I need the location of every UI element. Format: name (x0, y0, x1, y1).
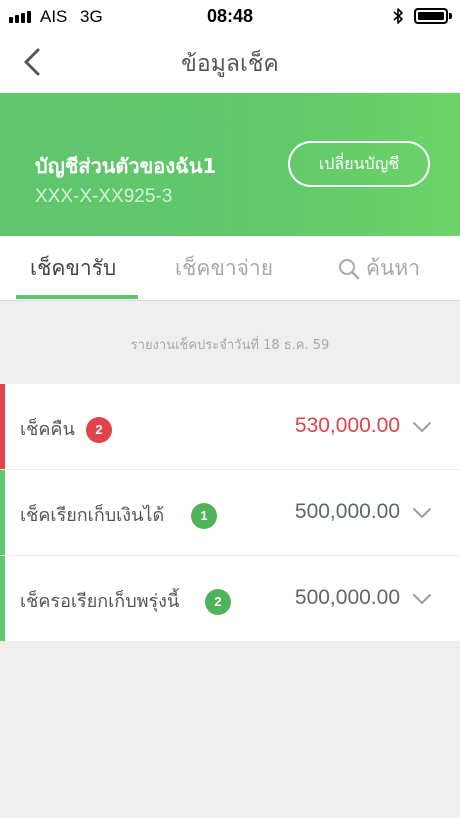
check-list: เช็คคืน 2 530,000.00 เช็คเรียกเก็บเงินได… (0, 384, 460, 642)
nav-bar: ข้อมูลเช็ค (0, 32, 460, 92)
battery-icon (414, 8, 448, 24)
account-banner: บัญชีส่วนตัวของฉัน1 XXX-X-XX925-3 เปลี่ย… (0, 93, 460, 236)
account-number: XXX-X-XX925-3 (35, 186, 173, 207)
check-row-returned[interactable]: เช็คคืน 2 530,000.00 (0, 384, 460, 470)
bluetooth-icon (393, 8, 403, 24)
tab-search[interactable]: ค้นหา (338, 252, 420, 285)
tab-pay-checks[interactable]: เช็คขาจ่าย (175, 252, 273, 285)
tab-bar: เช็คขารับ เช็คขาจ่าย ค้นหา (0, 236, 460, 301)
battery-tip (449, 13, 452, 19)
status-bar: AIS 3G 08:48 (0, 0, 460, 32)
account-name: บัญชีส่วนตัวของฉัน1 (35, 154, 217, 178)
check-label: เช็คเรียกเก็บเงินได้ (20, 505, 165, 526)
count-badge: 2 (86, 417, 112, 443)
status-time: 08:48 (206, 6, 254, 26)
check-amount: 530,000.00 (294, 414, 400, 437)
status-stripe (0, 470, 5, 555)
chevron-down-icon (413, 422, 431, 432)
report-date: รายงานเช็คประจำวันที่ 18 ธ.ค. 59 (130, 338, 330, 353)
check-label: เช็คคืน (20, 419, 75, 440)
switch-account-button[interactable]: เปลี่ยนบัญชี (288, 141, 430, 187)
tab-receive-checks[interactable]: เช็คขารับ (30, 252, 116, 285)
count-badge: 2 (205, 589, 231, 615)
check-amount: 500,000.00 (294, 586, 400, 609)
check-label: เช็ครอเรียกเก็บพรุ่งนี้ (20, 591, 180, 612)
active-tab-indicator (16, 295, 138, 299)
status-stripe (0, 384, 5, 469)
page-title: ข้อมูลเช็ค (181, 51, 279, 77)
search-icon (339, 258, 360, 279)
check-row-cleared[interactable]: เช็คเรียกเก็บเงินได้ 1 500,000.00 (0, 470, 460, 556)
chevron-down-icon (413, 508, 431, 518)
check-row-pending[interactable]: เช็ครอเรียกเก็บพรุ่งนี้ 2 500,000.00 (0, 556, 460, 642)
status-stripe (0, 556, 5, 641)
count-badge: 1 (191, 503, 217, 529)
check-amount: 500,000.00 (294, 500, 400, 523)
chevron-down-icon (413, 594, 431, 604)
tab-search-label: ค้นหา (366, 256, 421, 280)
